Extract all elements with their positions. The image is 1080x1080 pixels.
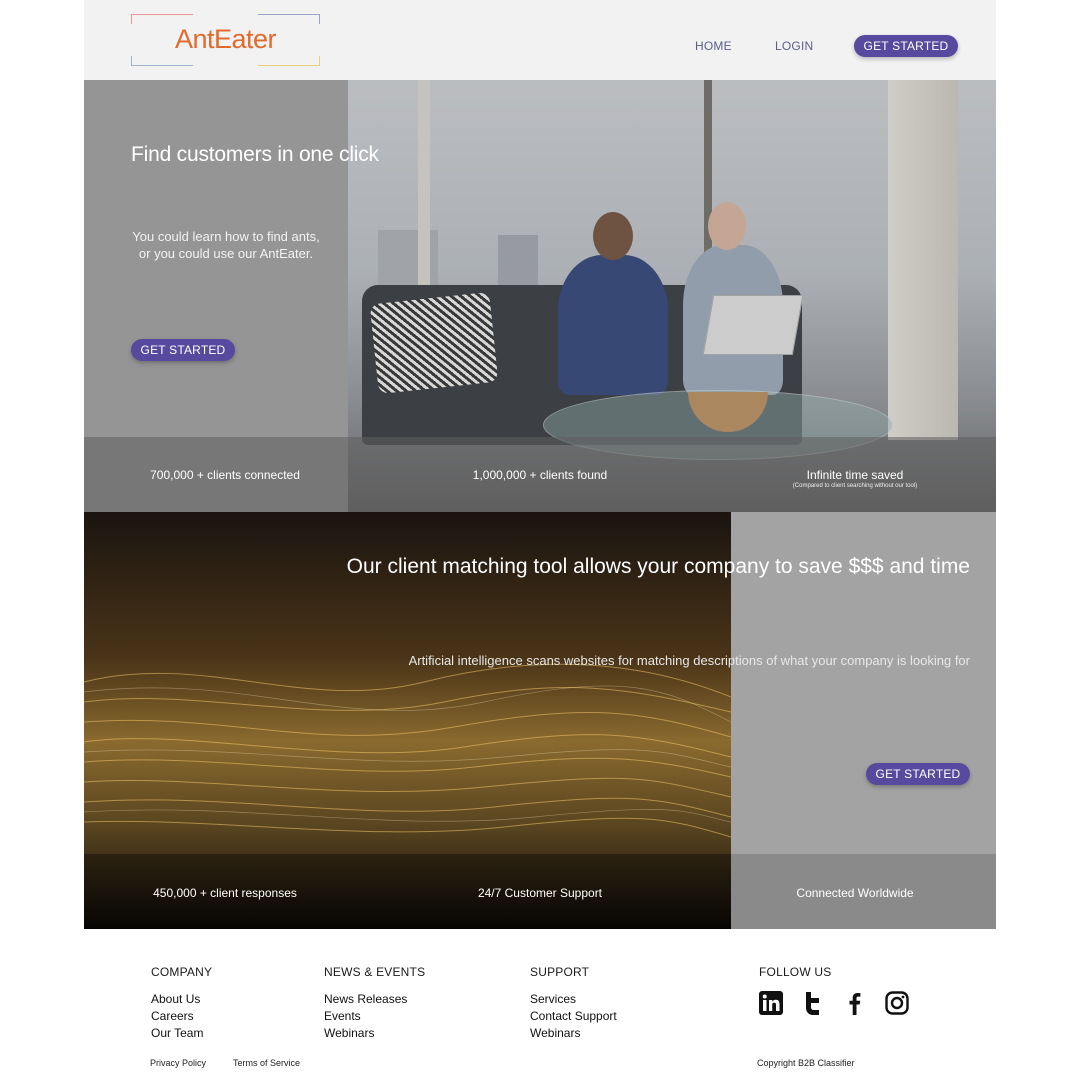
instagram-icon[interactable] [885, 991, 909, 1015]
footer-follow-column: FOLLOW US [759, 965, 909, 1015]
feature-title: Our client matching tool allows your com… [346, 555, 970, 578]
stat-time-saved-note: (Compared to client searching without ou… [792, 483, 918, 489]
footer-link-careers[interactable]: Careers [151, 1008, 212, 1025]
logo-corner [131, 56, 193, 66]
feature-get-started-button[interactable]: GET STARTED [866, 763, 970, 785]
stat-connected-worldwide: Connected Worldwide [796, 886, 914, 900]
terms-of-service-link[interactable]: Terms of Service [233, 1058, 300, 1068]
footer-link-about-us[interactable]: About Us [151, 991, 212, 1008]
footer-heading: FOLLOW US [759, 965, 832, 979]
logo-corner [258, 56, 320, 66]
logo-corner [131, 14, 193, 24]
hero-subtitle: You could learn how to find ants, or you… [132, 229, 320, 261]
page: AntEater HOME LOGIN GET STARTED Find cus… [84, 0, 996, 1080]
nav-login-link[interactable]: LOGIN [775, 39, 813, 53]
footer-link-events[interactable]: Events [324, 1008, 425, 1025]
footer-heading: NEWS & EVENTS [324, 965, 426, 979]
twitter-icon[interactable] [801, 991, 825, 1015]
feature-subtitle: Artificial intelligence scans websites f… [408, 653, 970, 668]
logo-corner [258, 14, 320, 24]
stat-clients-connected: 700,000 + clients connected [150, 468, 300, 482]
social-icons [759, 991, 909, 1015]
hero-title: Find customers in one click [131, 143, 379, 166]
hero-get-started-button[interactable]: GET STARTED [131, 339, 235, 361]
privacy-policy-link[interactable]: Privacy Policy [150, 1058, 206, 1068]
logo[interactable]: AntEater [131, 14, 320, 66]
site-footer: COMPANY About Us Careers Our Team NEWS &… [84, 929, 996, 1080]
footer-link-our-team[interactable]: Our Team [151, 1025, 212, 1042]
stat-clients-found: 1,000,000 + clients found [472, 468, 608, 482]
footer-news-column: NEWS & EVENTS News Releases Events Webin… [324, 965, 425, 1042]
nav-get-started-button[interactable]: GET STARTED [854, 35, 958, 57]
stat-customer-support: 24/7 Customer Support [477, 886, 603, 900]
logo-text: AntEater [174, 24, 277, 54]
footer-link-services[interactable]: Services [530, 991, 617, 1008]
footer-link-webinars[interactable]: Webinars [324, 1025, 425, 1042]
footer-company-column: COMPANY About Us Careers Our Team [151, 965, 212, 1042]
footer-link-news-releases[interactable]: News Releases [324, 991, 425, 1008]
footer-link-contact-support[interactable]: Contact Support [530, 1008, 617, 1025]
feature-section: Our client matching tool allows your com… [84, 512, 996, 929]
nav-home-link[interactable]: HOME [695, 39, 732, 53]
footer-support-column: SUPPORT Services Contact Support Webinar… [530, 965, 617, 1042]
footer-heading: SUPPORT [530, 965, 590, 979]
linkedin-icon[interactable] [759, 991, 783, 1015]
hero-section: Find customers in one click You could le… [84, 80, 996, 512]
site-header: AntEater HOME LOGIN GET STARTED [84, 0, 996, 80]
footer-link-webinars[interactable]: Webinars [530, 1025, 617, 1042]
facebook-icon[interactable] [843, 991, 867, 1015]
stat-client-responses: 450,000 + client responses [153, 886, 297, 900]
copyright-text: Copyright B2B Classifier [757, 1058, 855, 1068]
footer-heading: COMPANY [151, 965, 213, 979]
stat-time-saved: Infinite time saved [806, 468, 904, 482]
